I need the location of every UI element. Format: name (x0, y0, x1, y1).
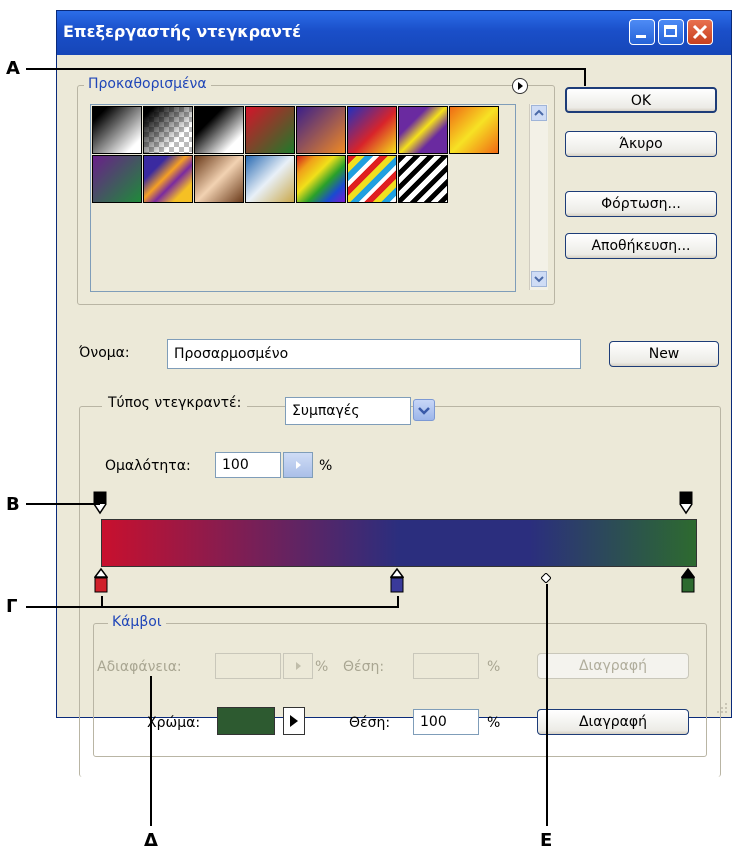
opacity-unit: % (315, 659, 329, 675)
preset-swatch[interactable] (194, 155, 244, 203)
cancel-button[interactable]: Άκυρο (565, 131, 717, 157)
window-title: Επεξεργαστής ντεγκραντέ (63, 22, 302, 41)
callout-gamma: Γ (6, 596, 18, 617)
opacity-stop-right[interactable] (679, 491, 693, 515)
maximize-icon[interactable] (658, 19, 684, 45)
callout-gamma-tick-left (101, 596, 103, 608)
smoothness-unit: % (319, 458, 333, 474)
preset-swatch[interactable] (143, 106, 193, 154)
preset-swatch[interactable] (245, 155, 295, 203)
delete-opacity-stop-button: Διαγραφή (537, 653, 689, 679)
presets-menu-icon[interactable] (512, 78, 528, 94)
smoothness-label: Ομαλότητα: (105, 458, 191, 474)
stops-legend: Κάμβοι (108, 614, 166, 630)
callout-b: B (6, 494, 20, 515)
preset-swatch[interactable] (347, 106, 397, 154)
midpoint-diamond-icon[interactable] (540, 571, 552, 584)
resize-grip-icon[interactable] (713, 699, 729, 715)
ok-button[interactable]: OK (565, 87, 717, 113)
presets-legend: Προκαθορισμένα (84, 76, 211, 92)
preset-swatch[interactable] (347, 155, 397, 203)
preset-swatch[interactable] (398, 106, 448, 154)
opacity-input (215, 653, 281, 679)
stops-group: Κάμβοι (93, 614, 707, 757)
opacity-label: Αδιαφάνεια: (97, 659, 182, 675)
preset-swatch[interactable] (194, 106, 244, 154)
gradient-type-select[interactable]: Συμπαγές (285, 397, 411, 425)
name-label: Όνομα: (79, 345, 130, 361)
preset-swatch[interactable] (296, 155, 346, 203)
callout-delta: Δ (144, 830, 158, 851)
minimize-icon[interactable] (629, 19, 655, 45)
color-menu-arrow-icon[interactable] (283, 707, 305, 735)
preset-swatch[interactable] (398, 155, 448, 203)
save-button[interactable]: Αποθήκευση... (565, 233, 717, 259)
preset-swatch[interactable] (449, 106, 499, 154)
preset-swatch[interactable] (92, 106, 142, 154)
preset-swatch[interactable] (296, 106, 346, 154)
name-input[interactable]: Προσαρμοσμένο (167, 339, 581, 369)
smoothness-input[interactable]: 100 (215, 452, 281, 478)
close-icon[interactable] (687, 19, 713, 45)
callout-e-line (546, 584, 548, 826)
presets-scrollbar[interactable] (529, 104, 548, 290)
callout-a-line-drop (584, 68, 586, 86)
color-stop-green[interactable] (680, 567, 696, 595)
callout-b-line (26, 503, 100, 505)
presets-group: Προκαθορισμένα (77, 76, 555, 305)
callout-gamma-tick-right (397, 596, 399, 608)
preset-swatch[interactable] (245, 106, 295, 154)
preset-swatch[interactable] (143, 155, 193, 203)
load-button[interactable]: Φόρτωση... (565, 191, 717, 217)
location-unit: % (487, 715, 501, 731)
callout-e: E (540, 830, 553, 851)
chevron-down-icon[interactable] (413, 399, 435, 421)
delete-color-stop-button[interactable]: Διαγραφή (537, 709, 689, 735)
location-input[interactable]: 100 (413, 709, 479, 735)
gradient-type-label: Τύπος ντεγκραντέ: (102, 395, 248, 411)
callout-gamma-line (26, 606, 399, 608)
gradient-preview-bar[interactable] (101, 519, 697, 567)
title-bar[interactable]: Επεξεργαστής ντεγκραντέ (57, 11, 731, 55)
opacity-location-unit: % (487, 659, 501, 675)
presets-list[interactable] (90, 104, 548, 292)
new-button[interactable]: New (609, 341, 719, 367)
color-stop-blue[interactable] (389, 567, 405, 595)
smoothness-arrow-icon[interactable] (283, 452, 313, 478)
callout-delta-line (150, 676, 152, 826)
color-stop-red[interactable] (93, 567, 109, 595)
callout-a: A (6, 58, 20, 79)
opacity-arrow-icon (283, 653, 313, 679)
callout-a-line (26, 68, 586, 70)
opacity-location-label: Θέση: (343, 659, 385, 675)
gradient-editor-window: Επεξεργαστής ντεγκραντέ Προκαθορισμένα O… (56, 10, 732, 777)
location-label: Θέση: (349, 715, 391, 731)
color-label: Χρώμα: (147, 715, 201, 731)
opacity-location-input (413, 653, 479, 679)
scroll-up-icon[interactable] (531, 105, 547, 121)
color-swatch[interactable] (217, 707, 275, 735)
preset-swatch[interactable] (92, 155, 142, 203)
scroll-down-icon[interactable] (531, 271, 547, 287)
